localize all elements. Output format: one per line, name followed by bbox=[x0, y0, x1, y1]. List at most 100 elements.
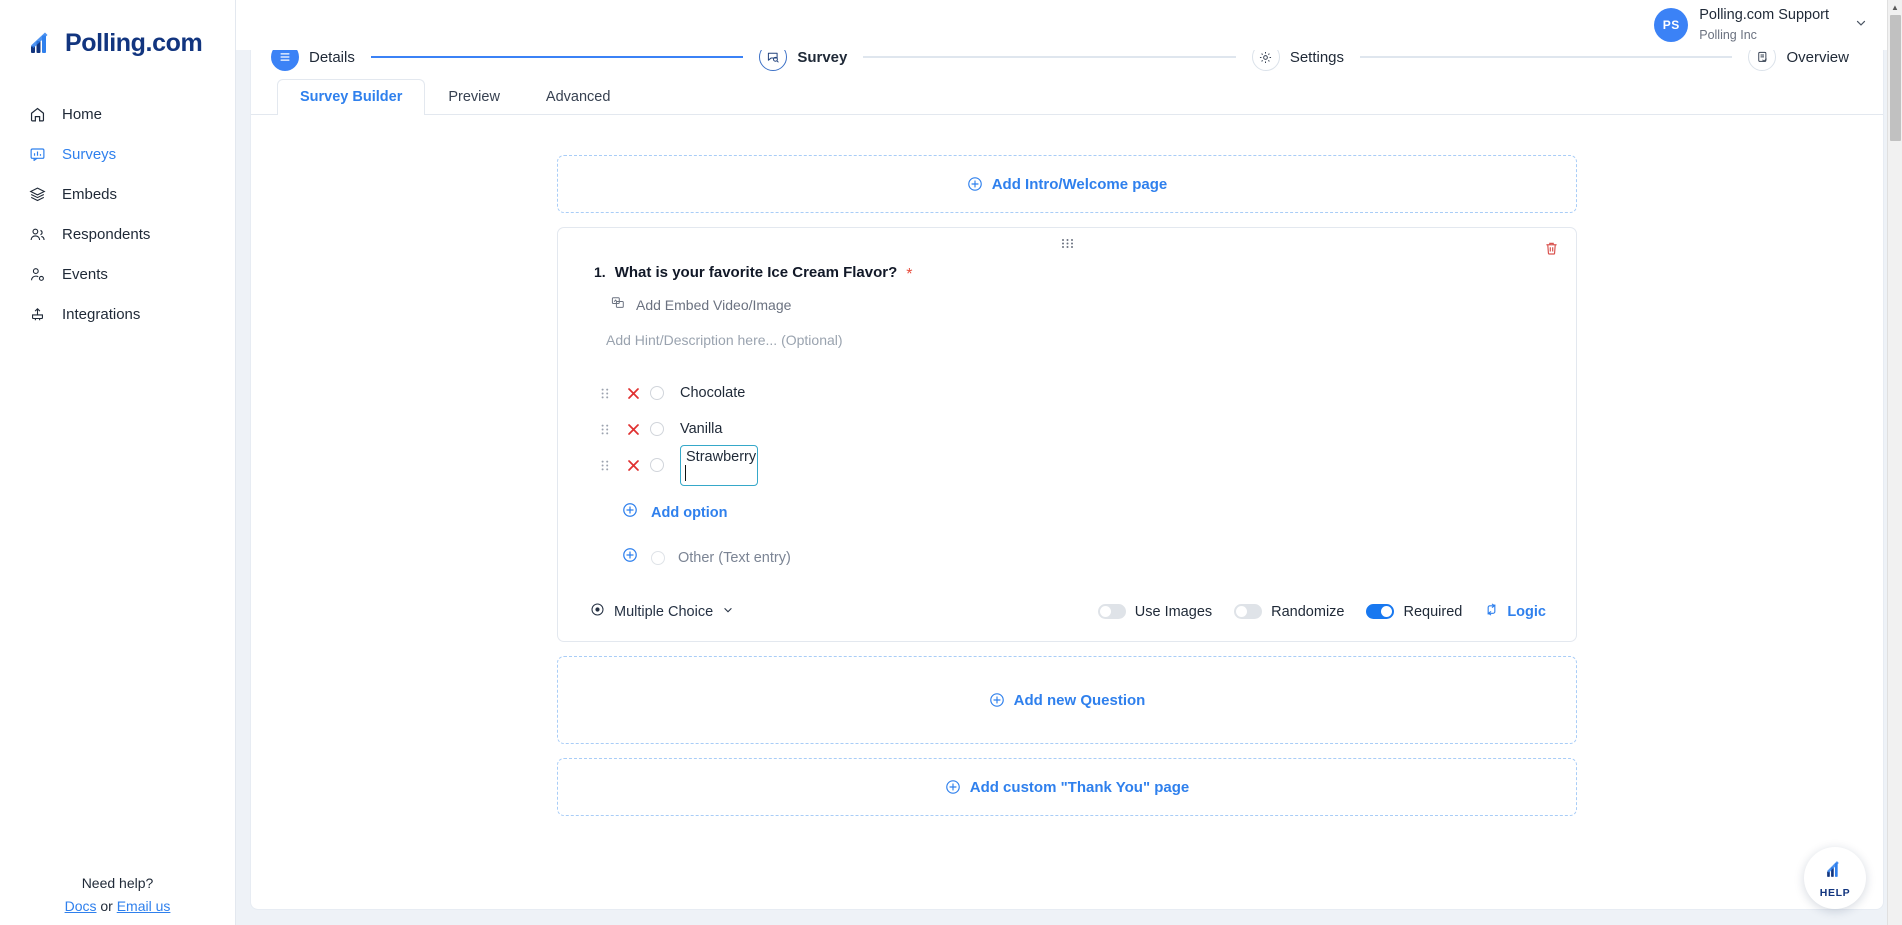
stepper-connector-3 bbox=[1360, 56, 1733, 58]
sidebar-item-respondents[interactable]: Respondents bbox=[0, 214, 235, 254]
option-row: Vanilla bbox=[594, 414, 1540, 444]
sidebar: Polling.com Home Surveys Embeds Responde… bbox=[0, 0, 236, 925]
use-images-label: Use Images bbox=[1134, 603, 1213, 620]
randomize-label: Randomize bbox=[1271, 603, 1345, 620]
user-name: Polling.com Support bbox=[1699, 7, 1829, 23]
hint-description-input[interactable]: Add Hint/Description here... (Optional) bbox=[594, 332, 1540, 348]
add-embed-media-button[interactable]: Add Embed Video/Image bbox=[594, 295, 1540, 314]
chevron-down-icon[interactable] bbox=[1854, 16, 1868, 35]
remove-option-icon[interactable] bbox=[616, 459, 650, 472]
question-title[interactable]: What is your favorite Ice Cream Flavor? bbox=[615, 264, 898, 281]
option-radio-icon[interactable] bbox=[650, 422, 664, 436]
logic-button[interactable]: Logic bbox=[1484, 602, 1546, 621]
toggle-track bbox=[1234, 604, 1263, 619]
add-other-text-entry-button[interactable]: Other (Text entry) bbox=[594, 547, 1540, 568]
help-or-text: or bbox=[100, 897, 113, 914]
add-thank-you-page-button[interactable]: Add custom "Thank You" page bbox=[557, 758, 1577, 816]
question-title-row: 1. What is your favorite Ice Cream Flavo… bbox=[594, 264, 1540, 283]
sidebar-item-label: Embeds bbox=[62, 185, 118, 203]
layers-icon bbox=[28, 185, 46, 203]
use-images-toggle[interactable]: Use Images bbox=[1097, 603, 1213, 620]
sidebar-item-surveys[interactable]: Surveys bbox=[0, 134, 235, 174]
hint-placeholder: Add Hint/Description here... (Optional) bbox=[606, 332, 843, 348]
scrollbar-thumb[interactable] bbox=[1890, 15, 1901, 141]
add-option-button[interactable]: Add option bbox=[594, 502, 1540, 523]
help-links: Docs or Email us bbox=[0, 895, 235, 917]
toggle-knob bbox=[1099, 606, 1111, 617]
user-menu[interactable]: PS Polling.com Support Polling Inc bbox=[1654, 5, 1868, 45]
plus-circle-icon bbox=[989, 692, 1005, 708]
randomize-toggle[interactable]: Randomize bbox=[1234, 604, 1344, 620]
required-asterisk: * bbox=[906, 266, 913, 283]
question-body: 1. What is your favorite Ice Cream Flavo… bbox=[558, 250, 1576, 568]
option-radio-icon[interactable] bbox=[650, 386, 664, 400]
polling-bars-logo-icon bbox=[1824, 858, 1846, 885]
toggle-track bbox=[1366, 604, 1395, 619]
drag-dots-icon[interactable] bbox=[558, 228, 1576, 250]
add-embed-label: Add Embed Video/Image bbox=[636, 296, 792, 313]
sidebar-item-embeds[interactable]: Embeds bbox=[0, 174, 235, 214]
question-footer: Multiple Choice Use Images Randomize Req… bbox=[558, 602, 1576, 621]
page-scrollbar[interactable]: ▲ bbox=[1887, 0, 1902, 925]
sidebar-item-label: Surveys bbox=[62, 145, 117, 163]
users-icon bbox=[28, 225, 46, 243]
add-new-question-label: Add new Question bbox=[1013, 691, 1146, 709]
stepper-connector-1 bbox=[370, 56, 744, 58]
option-label[interactable]: Chocolate bbox=[680, 385, 745, 401]
remove-option-icon[interactable] bbox=[616, 423, 650, 436]
sidebar-item-label: Integrations bbox=[62, 305, 141, 323]
polling-bars-logo-icon bbox=[28, 29, 56, 57]
option-text-input[interactable]: Strawberry bbox=[680, 444, 758, 486]
option-radio-icon[interactable] bbox=[650, 458, 664, 472]
docs-link[interactable]: Docs bbox=[65, 898, 97, 914]
option-label[interactable]: Vanilla bbox=[680, 421, 722, 437]
tab-label: Advanced bbox=[545, 89, 611, 105]
radio-dot-icon bbox=[590, 602, 605, 621]
survey-builder-canvas: Add Intro/Welcome page 1. What is your f… bbox=[251, 115, 1883, 816]
home-icon bbox=[28, 105, 46, 123]
option-drag-handle-icon[interactable] bbox=[594, 424, 616, 435]
plus-circle-icon bbox=[945, 779, 961, 795]
question-number: 1. bbox=[594, 264, 606, 280]
toggle-track bbox=[1097, 604, 1126, 619]
plug-upload-icon bbox=[28, 305, 46, 323]
delete-question-button[interactable] bbox=[1543, 240, 1560, 262]
tab-advanced[interactable]: Advanced bbox=[523, 79, 634, 115]
toggle-knob bbox=[1236, 606, 1248, 617]
option-drag-handle-icon[interactable] bbox=[594, 460, 616, 471]
required-toggle[interactable]: Required bbox=[1366, 604, 1462, 620]
step-label: Survey bbox=[797, 48, 848, 66]
email-us-link[interactable]: Email us bbox=[117, 898, 171, 914]
avatar: PS bbox=[1654, 8, 1689, 42]
option-input-value: Strawberry bbox=[686, 448, 757, 465]
text-cursor bbox=[685, 464, 686, 481]
main-area: Details Survey Settings Overview Survey … bbox=[236, 0, 1902, 925]
sidebar-item-integrations[interactable]: Integrations bbox=[0, 294, 235, 334]
help-button[interactable]: HELP bbox=[1804, 847, 1866, 909]
option-list: Chocolate Vanilla Strawberry bbox=[594, 378, 1540, 486]
brand[interactable]: Polling.com bbox=[0, 0, 235, 64]
sidebar-item-events[interactable]: Events bbox=[0, 254, 235, 294]
question-card: 1. What is your favorite Ice Cream Flavo… bbox=[557, 227, 1577, 642]
scroll-up-arrow-icon[interactable]: ▲ bbox=[1888, 0, 1902, 15]
media-embed-icon bbox=[610, 295, 626, 314]
option-row: Strawberry bbox=[594, 444, 1540, 486]
sidebar-item-home[interactable]: Home bbox=[0, 94, 235, 134]
remove-option-icon[interactable] bbox=[616, 387, 650, 400]
add-new-question-button[interactable]: Add new Question bbox=[557, 656, 1577, 744]
add-intro-welcome-page-button[interactable]: Add Intro/Welcome page bbox=[557, 155, 1577, 213]
user-organization: Polling Inc bbox=[1699, 28, 1757, 42]
chevron-down-icon bbox=[722, 604, 734, 620]
tab-survey-builder[interactable]: Survey Builder bbox=[277, 79, 426, 115]
question-type-label: Multiple Choice bbox=[614, 603, 714, 620]
option-drag-handle-icon[interactable] bbox=[594, 388, 616, 399]
plus-circle-icon bbox=[967, 176, 983, 192]
logic-label: Logic bbox=[1507, 603, 1546, 620]
tab-preview[interactable]: Preview bbox=[425, 79, 523, 115]
plus-circle-icon bbox=[622, 547, 638, 568]
other-label: Other (Text entry) bbox=[678, 549, 791, 566]
option-row: Chocolate bbox=[594, 378, 1540, 408]
builder-column: Add Intro/Welcome page 1. What is your f… bbox=[557, 155, 1577, 816]
question-type-select[interactable]: Multiple Choice bbox=[590, 602, 734, 621]
other-radio-icon bbox=[651, 550, 665, 565]
